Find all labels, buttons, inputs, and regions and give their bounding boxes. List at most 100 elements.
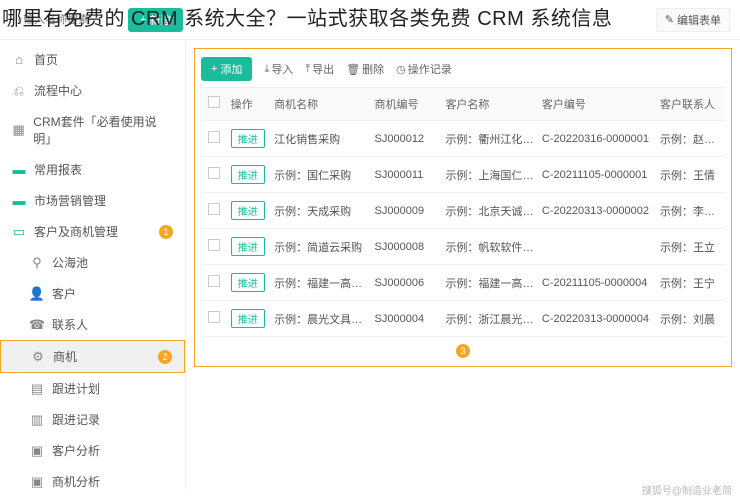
table-row[interactable]: 推进示例：福建一高3月订单SJ000006示例：福建一高集团C-20211105… bbox=[201, 265, 725, 301]
sidebar-item-label: 市场营销管理 bbox=[34, 192, 106, 209]
contact-icon: ☎ bbox=[30, 318, 44, 332]
log-button[interactable]: ◷操作记录 bbox=[396, 61, 452, 77]
data-table: 操作 商机名称 商机编号 客户名称 客户编号 客户联系人 推进江化销售采购SJ0… bbox=[201, 87, 725, 337]
user-icon: 👤 bbox=[30, 287, 44, 301]
kit-icon: ▦ bbox=[12, 123, 25, 137]
row-checkbox[interactable] bbox=[208, 311, 220, 323]
search-box[interactable]: ⌕ bbox=[10, 9, 120, 30]
flow-icon: ⎌ bbox=[12, 84, 26, 98]
th-code: 商机编号 bbox=[371, 88, 442, 120]
main-box: + 添加 ⤓导入 ⤒导出 🗑删除 ◷操作记录 操作 商机名称 商机编号 客户名称… bbox=[194, 48, 732, 367]
watermark: 搜狐号@制造业老简 bbox=[642, 482, 732, 497]
push-button[interactable]: 推进 bbox=[231, 309, 265, 328]
log-label: 操作记录 bbox=[408, 61, 452, 77]
cell-custcode: C-20220313-0000002 bbox=[538, 197, 656, 225]
plan-icon: ▤ bbox=[30, 382, 44, 396]
badge-3: 3 bbox=[456, 344, 470, 358]
row-checkbox[interactable] bbox=[208, 131, 220, 143]
cell-customer: 示例：上海国仁有限... bbox=[441, 159, 537, 191]
add-label: 添加 bbox=[220, 61, 242, 77]
cell-name: 示例：简道云采购 bbox=[270, 231, 370, 263]
sidebar-item-13[interactable]: ▣商机分析 bbox=[0, 466, 185, 490]
import-button[interactable]: ⤓导入 bbox=[264, 61, 293, 77]
push-button[interactable]: 推进 bbox=[231, 201, 265, 220]
export-button[interactable]: ⤒导出 bbox=[305, 61, 334, 77]
sidebar-item-11[interactable]: ▥跟进记录 bbox=[0, 404, 185, 435]
th-name: 商机名称 bbox=[270, 88, 370, 120]
sidebar: ⌂首页⎌流程中心▦CRM套件「必看使用说明」▬常用报表▬市场营销管理▭客户及商机… bbox=[0, 40, 186, 490]
row-checkbox[interactable] bbox=[208, 275, 220, 287]
row-checkbox[interactable] bbox=[208, 203, 220, 215]
sidebar-item-8[interactable]: ☎联系人 bbox=[0, 309, 185, 340]
trash-icon: 🗑 bbox=[346, 63, 360, 76]
home-icon: ⌂ bbox=[12, 53, 26, 67]
badge-1: 1 bbox=[159, 225, 173, 239]
sidebar-item-5[interactable]: ▭客户及商机管理1 bbox=[0, 216, 185, 247]
collapse-icon[interactable]: ‹ bbox=[191, 10, 207, 29]
cell-name: 示例：福建一高3月订单 bbox=[270, 267, 370, 299]
plus-icon: + bbox=[140, 14, 146, 26]
cell-contact: 示例：刘晨 bbox=[656, 303, 725, 335]
delete-button[interactable]: 🗑删除 bbox=[346, 61, 384, 77]
clock-icon: ◷ bbox=[396, 63, 406, 76]
cell-contact: 示例：赵仁民 bbox=[656, 123, 725, 155]
sidebar-item-0[interactable]: ⌂首页 bbox=[0, 44, 185, 75]
cell-contact: 示例：王宁 bbox=[656, 267, 725, 299]
sidebar-item-1[interactable]: ⎌流程中心 bbox=[0, 75, 185, 106]
plus-icon: + bbox=[211, 63, 217, 75]
row-checkbox[interactable] bbox=[208, 167, 220, 179]
sidebar-item-4[interactable]: ▬ 市场营销管理 bbox=[0, 185, 185, 216]
sidebar-item-12[interactable]: ▣客户分析 bbox=[0, 435, 185, 466]
add-button[interactable]: + 添加 bbox=[201, 57, 252, 81]
cell-code: SJ000008 bbox=[371, 233, 442, 261]
pencil-icon: ✎ bbox=[665, 13, 674, 26]
sidebar-item-9[interactable]: ⚙商机2 bbox=[0, 340, 185, 373]
cell-customer: 示例：北京天诚软件... bbox=[441, 195, 537, 227]
new-button[interactable]: + 新建 bbox=[128, 8, 183, 32]
th-contact: 客户联系人 bbox=[656, 88, 725, 120]
cell-name: 示例：晨光文具设备... bbox=[270, 303, 370, 335]
sidebar-item-label: 客户分析 bbox=[52, 442, 100, 459]
select-all-checkbox[interactable] bbox=[208, 96, 220, 108]
th-custcode: 客户编号 bbox=[538, 88, 656, 120]
sidebar-item-6[interactable]: ⚲公海池 bbox=[0, 247, 185, 278]
cell-code: SJ000004 bbox=[371, 305, 442, 333]
push-button[interactable]: 推进 bbox=[231, 237, 265, 256]
cell-contact: 示例：王立 bbox=[656, 231, 725, 263]
table-row[interactable]: 推进示例：国仁采购SJ000011示例：上海国仁有限...C-20211105-… bbox=[201, 157, 725, 193]
cell-custcode: C-20211105-0000004 bbox=[538, 269, 656, 297]
sidebar-item-label: 跟进记录 bbox=[52, 411, 100, 428]
cell-customer: 示例：衢州江化集团 bbox=[441, 123, 537, 155]
table-row[interactable]: 推进江化销售采购SJ000012示例：衢州江化集团C-20220316-0000… bbox=[201, 121, 725, 157]
cell-code: SJ000009 bbox=[371, 197, 442, 225]
toolbar: + 添加 ⤓导入 ⤒导出 🗑删除 ◷操作记录 bbox=[201, 55, 725, 87]
cell-contact: 示例：王倩 bbox=[656, 159, 725, 191]
folder-icon: ▬ bbox=[12, 194, 26, 208]
push-button[interactable]: 推进 bbox=[231, 129, 265, 148]
edit-form-label: 编辑表单 bbox=[677, 12, 721, 28]
th-customer: 客户名称 bbox=[441, 88, 537, 120]
sidebar-item-label: 客户及商机管理 bbox=[34, 223, 118, 240]
badge-2: 2 bbox=[158, 350, 172, 364]
push-button[interactable]: 推进 bbox=[231, 273, 265, 292]
sidebar-item-label: CRM套件「必看使用说明」 bbox=[33, 113, 173, 147]
push-button[interactable]: 推进 bbox=[231, 165, 265, 184]
sidebar-item-10[interactable]: ▤跟进计划 bbox=[0, 373, 185, 404]
cell-custcode: C-20220313-0000004 bbox=[538, 305, 656, 333]
table-row[interactable]: 推进示例：天成采购SJ000009示例：北京天诚软件...C-20220313-… bbox=[201, 193, 725, 229]
delete-label: 删除 bbox=[362, 61, 384, 77]
sidebar-item-3[interactable]: ▬常用报表 bbox=[0, 154, 185, 185]
sidebar-item-2[interactable]: ▦ CRM套件「必看使用说明」 bbox=[0, 106, 185, 154]
sidebar-item-7[interactable]: 👤客户 bbox=[0, 278, 185, 309]
search-input[interactable] bbox=[23, 14, 103, 26]
table-row[interactable]: 推进示例：晨光文具设备...SJ000004示例：浙江晨光文具...C-2022… bbox=[201, 301, 725, 337]
cell-custcode: C-20220316-0000001 bbox=[538, 125, 656, 153]
table-row[interactable]: 推进示例：简道云采购SJ000008示例：帆软软件有限公司示例：王立 bbox=[201, 229, 725, 265]
edit-form-button[interactable]: ✎ 编辑表单 bbox=[656, 8, 730, 32]
cell-code: SJ000006 bbox=[371, 269, 442, 297]
row-checkbox[interactable] bbox=[208, 239, 220, 251]
cell-name: 示例：天成采购 bbox=[270, 195, 370, 227]
header: ⌕ + 新建 ‹ ✎ 编辑表单 bbox=[0, 0, 740, 40]
cell-contact: 示例：李清海 bbox=[656, 195, 725, 227]
download-icon: ⤓ bbox=[264, 63, 269, 76]
